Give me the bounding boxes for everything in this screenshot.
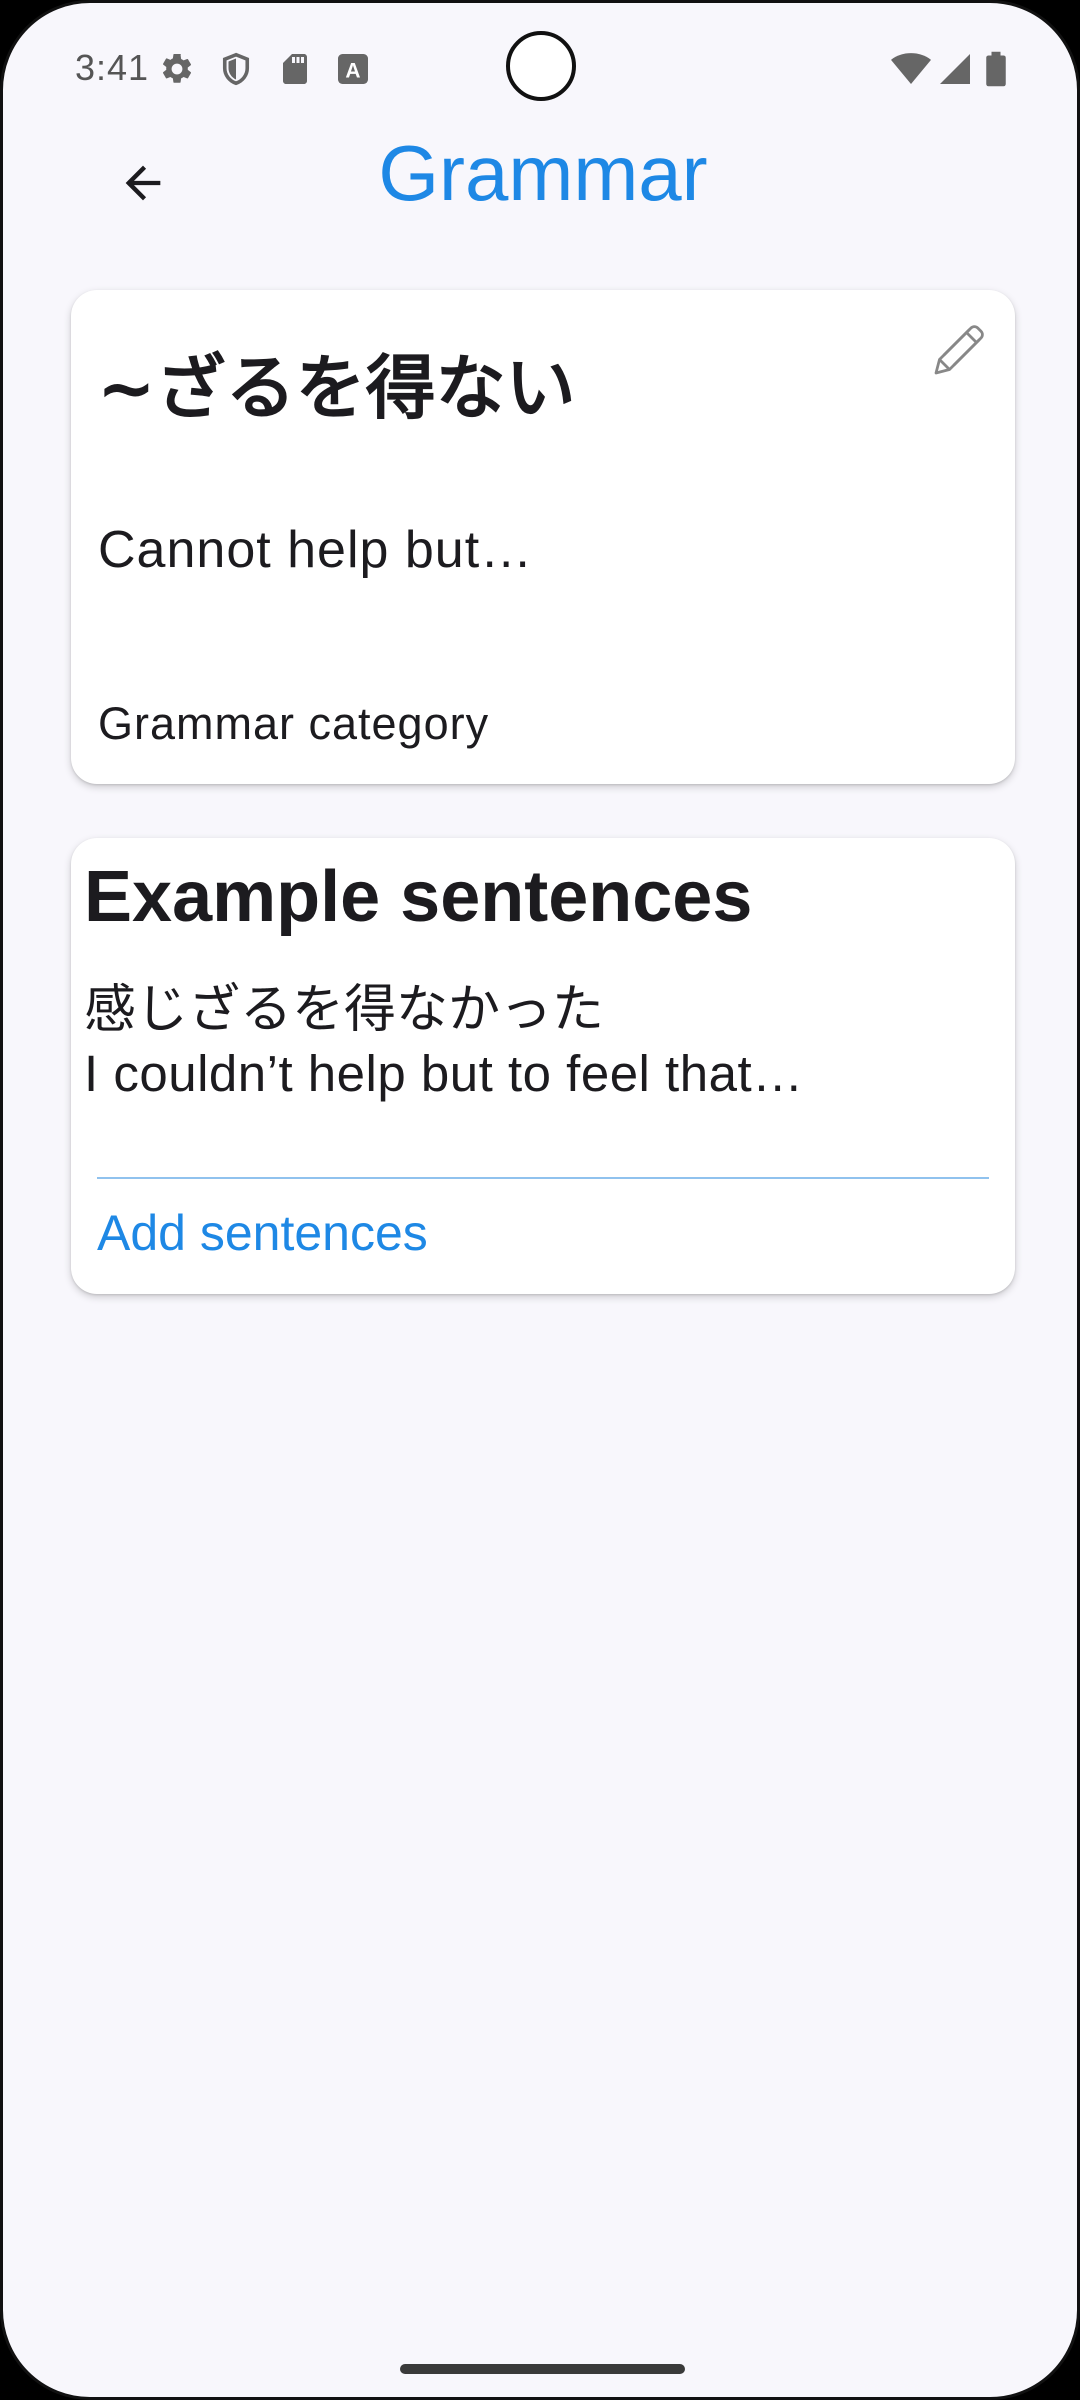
divider xyxy=(97,1177,989,1179)
keyboard-a-icon: A xyxy=(335,51,371,87)
grammar-meaning: Cannot help but… xyxy=(98,521,534,579)
status-time: 3:41 xyxy=(75,47,150,88)
example-sentences-card: Example sentences 感じざるを得なかった I couldn’t … xyxy=(71,838,1015,1294)
section-heading: Example sentences xyxy=(84,857,753,937)
gear-icon xyxy=(159,51,195,87)
status-bar: 3:41 A xyxy=(3,3,1077,133)
example-english: I couldn’t help but to feel that… xyxy=(84,1045,804,1102)
svg-text:A: A xyxy=(345,59,360,82)
battery-icon xyxy=(983,51,1009,87)
shield-icon xyxy=(218,51,254,87)
add-sentences-button[interactable]: Add sentences xyxy=(97,1204,428,1262)
pencil-icon xyxy=(934,325,984,375)
signal-icon xyxy=(937,51,973,87)
phone-screen: 3:41 A Grammar ~ざるを得ない Cannot help but… … xyxy=(0,0,1080,2400)
wifi-icon xyxy=(891,51,931,87)
example-japanese: 感じざるを得なかった xyxy=(84,980,605,1040)
grammar-card: ~ざるを得ない Cannot help but… Grammar categor… xyxy=(71,290,1015,784)
sd-card-icon xyxy=(277,51,313,87)
page-title: Grammar xyxy=(378,129,708,217)
camera-cutout xyxy=(506,31,576,101)
edit-button[interactable] xyxy=(923,316,993,386)
grammar-category: Grammar category xyxy=(98,698,490,749)
grammar-pattern: ~ざるを得ない xyxy=(97,347,576,429)
example-sentence[interactable]: 感じざるを得なかった I couldn’t help but to feel t… xyxy=(84,978,804,1106)
home-indicator[interactable] xyxy=(400,2364,685,2374)
